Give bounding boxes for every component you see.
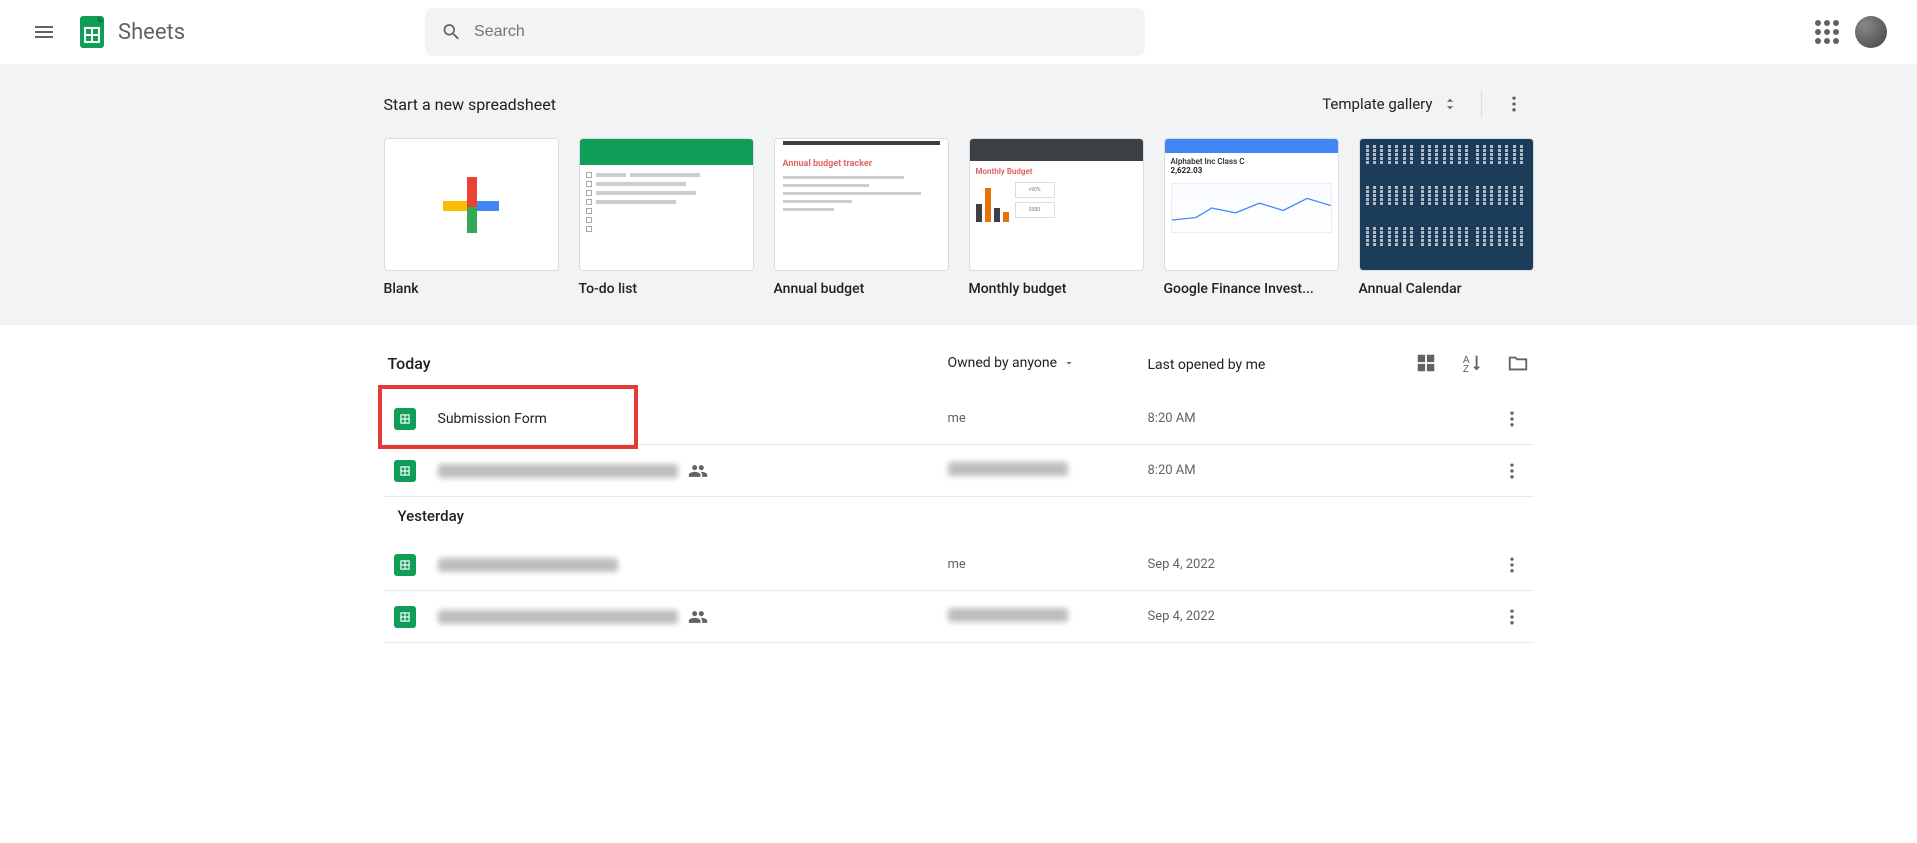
main-menu-button[interactable]	[20, 8, 68, 56]
file-owner: me	[948, 557, 1148, 572]
template-gallery-button[interactable]: Template gallery	[1312, 89, 1468, 119]
sheets-file-icon	[394, 460, 416, 482]
file-more-button[interactable]	[1500, 407, 1524, 431]
template-thumb-calendar	[1359, 138, 1534, 271]
app-header: Sheets	[0, 0, 1917, 64]
plus-icon	[443, 177, 499, 233]
open-file-picker-button[interactable]	[1506, 351, 1530, 375]
grid-view-button[interactable]	[1414, 351, 1438, 375]
template-annual-budget[interactable]: Annual budget tracker Annual budget	[774, 138, 949, 297]
file-owner: me	[948, 411, 1148, 426]
search-container	[425, 8, 1145, 56]
sheets-file-icon	[394, 554, 416, 576]
shared-icon	[688, 607, 708, 627]
group-label: Yesterday	[384, 497, 1534, 539]
account-avatar[interactable]	[1855, 16, 1887, 48]
file-row[interactable]: 8:20 AM	[384, 445, 1534, 497]
more-vert-icon	[1502, 461, 1522, 481]
search-input[interactable]	[474, 23, 1129, 41]
folder-icon	[1507, 352, 1529, 374]
file-row[interactable]: Submission Formme8:20 AM	[384, 393, 1534, 445]
file-name	[438, 607, 948, 627]
template-calendar[interactable]: Annual Calendar	[1359, 138, 1534, 297]
template-thumb-annual: Annual budget tracker	[774, 138, 949, 271]
divider	[1481, 90, 1482, 118]
template-label: Google Finance Invest...	[1164, 281, 1339, 297]
more-vert-icon	[1502, 607, 1522, 627]
file-row[interactable]: Sep 4, 2022	[384, 591, 1534, 643]
template-finance[interactable]: Alphabet Inc Class C 2,622.03 Google Fin…	[1164, 138, 1339, 297]
sort-az-icon: AZ	[1461, 352, 1483, 374]
template-todo[interactable]: To-do list	[579, 138, 754, 297]
template-blank[interactable]: Blank	[384, 138, 559, 297]
template-label: Blank	[384, 281, 559, 297]
file-name: Submission Form	[438, 411, 948, 427]
more-vert-icon	[1502, 555, 1522, 575]
template-gallery-label: Template gallery	[1322, 95, 1432, 113]
file-owner	[948, 608, 1148, 626]
dropdown-arrow-icon	[1063, 357, 1075, 369]
more-vert-icon	[1502, 409, 1522, 429]
files-list: Submission Formme8:20 AM8:20 AMYesterday…	[384, 393, 1534, 643]
templates-section: Start a new spreadsheet Template gallery	[0, 64, 1917, 325]
sort-label: Last opened by me	[1148, 357, 1266, 373]
template-thumb-todo	[579, 138, 754, 271]
sheets-file-icon	[394, 408, 416, 430]
svg-text:Z: Z	[1462, 364, 1468, 374]
template-thumb-blank	[384, 138, 559, 271]
template-label: To-do list	[579, 281, 754, 297]
files-section: Today Owned by anyone Last opened by me …	[384, 325, 1534, 643]
grid-icon	[1415, 352, 1437, 374]
template-list: Blank To-do list	[384, 138, 1534, 297]
template-label: Monthly budget	[969, 281, 1144, 297]
google-apps-button[interactable]	[1815, 20, 1839, 44]
templates-heading: Start a new spreadsheet	[384, 95, 556, 114]
template-monthly-budget[interactable]: Monthly Budget +90%$500 Monthly budget	[969, 138, 1144, 297]
file-date: 8:20 AM	[1148, 411, 1398, 426]
sheets-file-icon	[394, 606, 416, 628]
file-date: 8:20 AM	[1148, 463, 1398, 478]
template-label: Annual Calendar	[1359, 281, 1534, 297]
template-label: Annual budget	[774, 281, 949, 297]
file-more-button[interactable]	[1500, 605, 1524, 629]
search-icon	[441, 21, 462, 43]
file-date: Sep 4, 2022	[1148, 609, 1398, 624]
hamburger-icon	[32, 20, 56, 44]
templates-more-button[interactable]	[1494, 84, 1534, 124]
unfold-icon	[1441, 95, 1459, 113]
template-thumb-monthly: Monthly Budget +90%$500	[969, 138, 1144, 271]
group-label-today: Today	[388, 354, 948, 373]
file-name	[438, 461, 948, 481]
sheets-logo-icon	[72, 12, 112, 52]
template-thumb-finance: Alphabet Inc Class C 2,622.03	[1164, 138, 1339, 271]
file-more-button[interactable]	[1500, 553, 1524, 577]
shared-icon	[688, 461, 708, 481]
search-box[interactable]	[425, 8, 1145, 56]
file-name	[438, 558, 948, 572]
app-title: Sheets	[118, 20, 185, 45]
owner-filter-label: Owned by anyone	[948, 355, 1058, 371]
files-list-header: Today Owned by anyone Last opened by me …	[384, 343, 1534, 393]
file-row[interactable]: meSep 4, 2022	[384, 539, 1534, 591]
file-date: Sep 4, 2022	[1148, 557, 1398, 572]
file-owner	[948, 462, 1148, 480]
file-more-button[interactable]	[1500, 459, 1524, 483]
owner-filter-dropdown[interactable]: Owned by anyone	[948, 355, 1148, 371]
more-vert-icon	[1504, 94, 1524, 114]
sort-options-button[interactable]: AZ	[1460, 351, 1484, 375]
